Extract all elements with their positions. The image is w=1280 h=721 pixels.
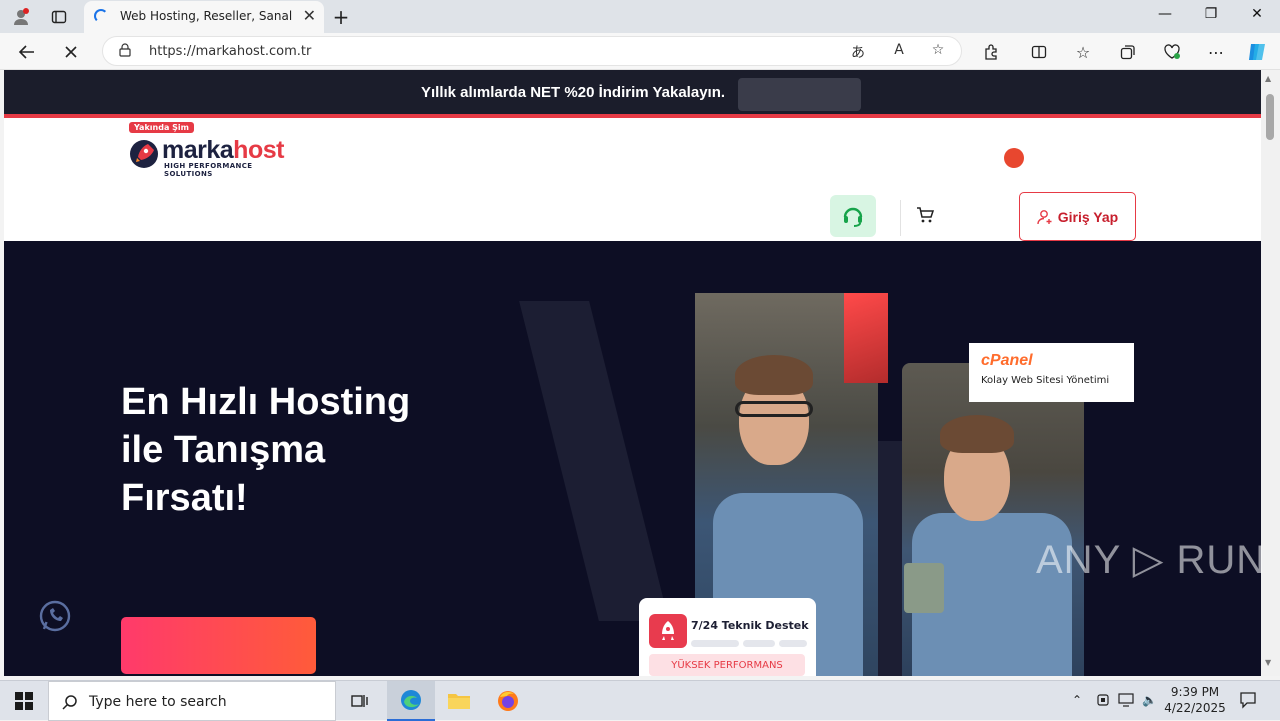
photo-hair bbox=[735, 355, 813, 395]
scroll-thumb[interactable] bbox=[1266, 94, 1274, 140]
rocket-badge-icon bbox=[649, 614, 687, 648]
tab-bar: Web Hosting, Reseller, Sanal ve F ✕ + — … bbox=[0, 0, 1280, 33]
favorites-icon[interactable]: ☆ bbox=[1070, 39, 1096, 65]
notifications-icon[interactable] bbox=[1239, 691, 1257, 712]
support-card: 7/24 Teknik Destek YÜKSEK PERFORMANS bbox=[639, 598, 816, 676]
url-text[interactable]: https://markahost.com.tr bbox=[149, 44, 311, 59]
notification-dot[interactable] bbox=[1004, 148, 1024, 168]
page-scrollbar[interactable]: ▲ ▼ bbox=[1261, 70, 1280, 676]
logo-word-marka: marka bbox=[162, 136, 234, 164]
tab-actions-icon[interactable] bbox=[48, 6, 70, 28]
rocket-icon bbox=[130, 140, 158, 168]
stop-loading-icon[interactable] bbox=[58, 39, 84, 65]
support-card-bar bbox=[743, 640, 775, 647]
hero-cta-button[interactable] bbox=[121, 617, 316, 674]
header-divider bbox=[900, 200, 901, 236]
back-icon[interactable] bbox=[14, 39, 40, 65]
photo-hair-2 bbox=[940, 415, 1014, 453]
hero-title-line-2: ile Tanışma bbox=[121, 429, 326, 471]
windows-taskbar: Type here to search ⌃ 🔈 9:39 PM 4/22/202… bbox=[0, 680, 1280, 721]
support-card-pill: YÜKSEK PERFORMANS bbox=[649, 654, 805, 676]
profile-icon[interactable] bbox=[10, 6, 32, 28]
display-icon[interactable] bbox=[1118, 693, 1134, 710]
support-card-bar bbox=[691, 640, 739, 647]
close-tab-icon[interactable]: ✕ bbox=[303, 6, 316, 25]
task-view-icon[interactable] bbox=[336, 681, 384, 721]
system-clock[interactable]: 9:39 PM 4/22/2025 bbox=[1162, 684, 1228, 716]
read-aloud-icon[interactable]: A bbox=[889, 42, 909, 62]
support-button[interactable] bbox=[830, 195, 876, 237]
scroll-down-icon[interactable]: ▼ bbox=[1265, 658, 1271, 667]
promo-text: Yıllık alımlarda NET %20 İndirim Yakalay… bbox=[421, 84, 726, 101]
web-page: Yıllık alımlarda NET %20 İndirim Yakalay… bbox=[4, 70, 1261, 676]
login-label: Giriş Yap bbox=[1057, 208, 1119, 225]
volume-icon[interactable]: 🔈 bbox=[1142, 693, 1157, 707]
new-tab-button[interactable]: + bbox=[330, 5, 352, 29]
hero-photo-accent bbox=[844, 293, 888, 383]
markahost-logo[interactable]: Yakında Şim markahost HIGH PERFORMANCE S… bbox=[126, 122, 301, 178]
collections-icon[interactable] bbox=[1115, 39, 1141, 65]
cpanel-text: Kolay Web Sitesi Yönetimi bbox=[981, 375, 1110, 386]
lock-icon[interactable] bbox=[119, 43, 131, 57]
file-explorer-icon[interactable] bbox=[435, 681, 483, 721]
hero-bg-stripe bbox=[519, 301, 669, 621]
hero-title-line-3: Fırsatı! bbox=[121, 477, 248, 519]
site-header: Yakında Şim markahost HIGH PERFORMANCE S… bbox=[4, 122, 1261, 241]
hero-title: En Hızlı Hosting ile Tanışma Fırsatı! bbox=[121, 378, 481, 522]
address-bar[interactable]: https://markahost.com.tr あ A ☆ bbox=[102, 36, 962, 66]
windows-logo-icon bbox=[15, 692, 33, 710]
photo-mug bbox=[904, 563, 944, 613]
close-window-icon[interactable]: ✕ bbox=[1246, 6, 1268, 26]
photo-glasses bbox=[735, 401, 813, 417]
taskbar-search[interactable]: Type here to search bbox=[48, 681, 336, 721]
headset-icon bbox=[843, 207, 863, 227]
login-button[interactable]: Giriş Yap bbox=[1019, 192, 1136, 241]
navigation-bar: https://markahost.com.tr あ A ☆ ☆ ⋯ bbox=[0, 33, 1280, 70]
cart-icon[interactable] bbox=[916, 206, 934, 224]
more-options-icon[interactable]: ⋯ bbox=[1203, 39, 1229, 65]
logo-tagline: HIGH PERFORMANCE SOLUTIONS bbox=[164, 162, 253, 178]
promo-button[interactable] bbox=[738, 78, 861, 111]
logo-wordmark: markahost bbox=[162, 136, 284, 165]
edge-taskbar-icon[interactable] bbox=[387, 681, 435, 721]
support-card-bar bbox=[779, 640, 807, 647]
anyrun-watermark: ANY ▷ RUN bbox=[1036, 538, 1267, 582]
tab-markahost[interactable]: Web Hosting, Reseller, Sanal ve F ✕ bbox=[84, 1, 324, 33]
support-card-title: 7/24 Teknik Destek bbox=[691, 619, 809, 632]
logo-word-host: host bbox=[233, 136, 284, 164]
logo-badge: Yakında Şim bbox=[129, 122, 194, 133]
cpanel-card: cPanel Kolay Web Sitesi Yönetimi bbox=[969, 343, 1134, 402]
search-icon bbox=[62, 695, 77, 710]
restore-icon[interactable]: ❐ bbox=[1200, 6, 1222, 26]
start-button[interactable] bbox=[0, 681, 48, 721]
firefox-icon[interactable] bbox=[484, 681, 532, 721]
browser-essentials-icon[interactable] bbox=[1159, 39, 1185, 65]
search-placeholder: Type here to search bbox=[89, 694, 227, 710]
promo-banner: Yıllık alımlarda NET %20 İndirim Yakalay… bbox=[4, 70, 1261, 118]
split-screen-icon[interactable] bbox=[1026, 39, 1052, 65]
minimize-icon[interactable]: — bbox=[1154, 6, 1176, 26]
scroll-up-icon[interactable]: ▲ bbox=[1265, 74, 1271, 83]
network-icon[interactable] bbox=[1096, 693, 1110, 710]
show-hidden-icons[interactable]: ⌃ bbox=[1072, 693, 1082, 707]
favorite-star-icon[interactable]: ☆ bbox=[928, 42, 948, 62]
loading-spinner-icon bbox=[94, 9, 108, 23]
hero-title-line-1: En Hızlı Hosting bbox=[121, 381, 411, 423]
user-add-icon bbox=[1037, 209, 1052, 224]
translate-icon[interactable]: あ bbox=[848, 42, 868, 62]
tab-title: Web Hosting, Reseller, Sanal ve F bbox=[120, 9, 296, 23]
whatsapp-icon[interactable] bbox=[37, 598, 73, 634]
hero-section: En Hızlı Hosting ile Tanışma Fırsatı! cP bbox=[4, 241, 1261, 676]
clock-date: 4/22/2025 bbox=[1164, 701, 1226, 715]
cpanel-logo: cPanel bbox=[981, 352, 1033, 369]
clock-time: 9:39 PM bbox=[1170, 685, 1220, 699]
copilot-icon[interactable] bbox=[1244, 39, 1270, 65]
hero-photo-right bbox=[902, 363, 1084, 676]
extensions-icon[interactable] bbox=[978, 39, 1004, 65]
